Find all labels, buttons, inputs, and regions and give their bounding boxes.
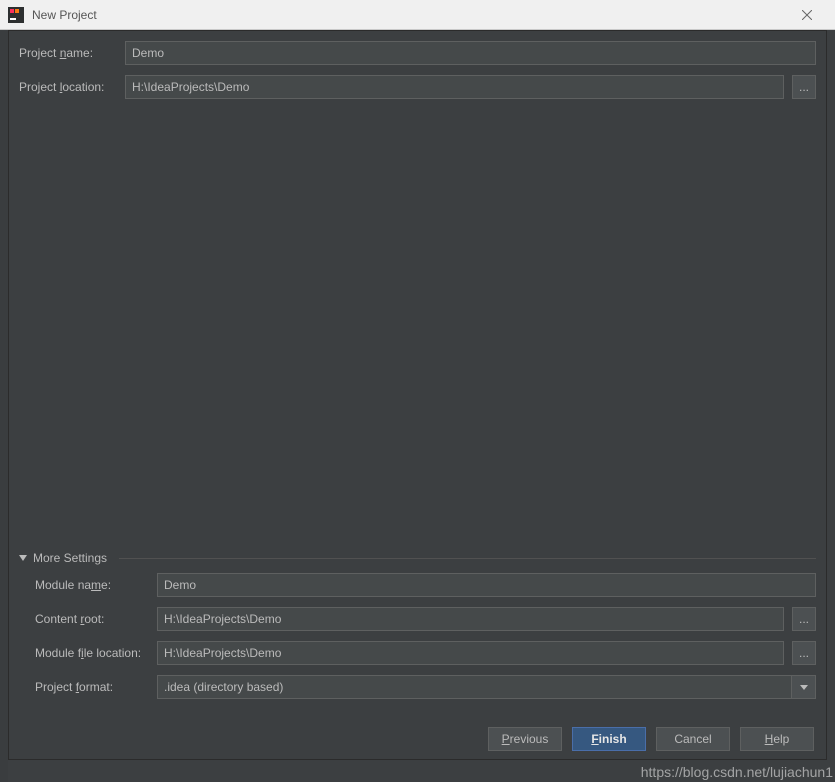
intellij-icon [8, 7, 24, 23]
project-format-label: Project format: [19, 680, 149, 694]
row-content-root: Content root: ... [19, 607, 816, 631]
chevron-down-icon [19, 555, 27, 561]
titlebar: New Project [0, 0, 835, 30]
project-format-dropdown-button[interactable] [792, 675, 816, 699]
more-settings-panel: Module name: Content root: ... Module fi… [19, 573, 816, 709]
row-project-name: Project name: [19, 41, 816, 65]
window-title: New Project [32, 8, 787, 22]
project-name-input[interactable] [125, 41, 816, 65]
cancel-button[interactable]: Cancel [656, 727, 730, 751]
project-format-value: .idea (directory based) [157, 675, 792, 699]
previous-button[interactable]: Previous [488, 727, 562, 751]
project-location-input[interactable] [125, 75, 784, 99]
module-name-input[interactable] [157, 573, 816, 597]
background-strip [0, 30, 8, 782]
row-module-name: Module name: [19, 573, 816, 597]
content-root-input[interactable] [157, 607, 784, 631]
project-format-select[interactable]: .idea (directory based) [157, 675, 816, 699]
row-project-location: Project location: ... [19, 75, 816, 99]
empty-spacer [19, 109, 816, 547]
row-project-format: Project format: .idea (directory based) [19, 675, 816, 699]
row-module-file-location: Module file location: ... [19, 641, 816, 665]
module-file-location-input[interactable] [157, 641, 784, 665]
module-name-label: Module name: [19, 578, 149, 592]
project-location-label: Project location: [19, 80, 117, 94]
dialog-body: Project name: Project location: ... More… [8, 30, 827, 760]
help-button[interactable]: Help [740, 727, 814, 751]
module-file-location-label: Module file location: [19, 646, 149, 660]
finish-button[interactable]: Finish [572, 727, 646, 751]
chevron-down-icon [800, 685, 808, 690]
more-settings-label: More Settings [33, 551, 107, 565]
project-location-browse-button[interactable]: ... [792, 75, 816, 99]
close-button[interactable] [787, 0, 827, 30]
content-root-label: Content root: [19, 612, 149, 626]
content-root-browse-button[interactable]: ... [792, 607, 816, 631]
module-file-location-browse-button[interactable]: ... [792, 641, 816, 665]
separator [119, 558, 816, 559]
project-name-label: Project name: [19, 46, 117, 60]
more-settings-header[interactable]: More Settings [19, 551, 816, 565]
close-icon [802, 10, 812, 20]
button-bar: Previous Finish Cancel Help [19, 727, 816, 751]
watermark-url: https://blog.csdn.net/lujiachun1 [641, 764, 833, 780]
